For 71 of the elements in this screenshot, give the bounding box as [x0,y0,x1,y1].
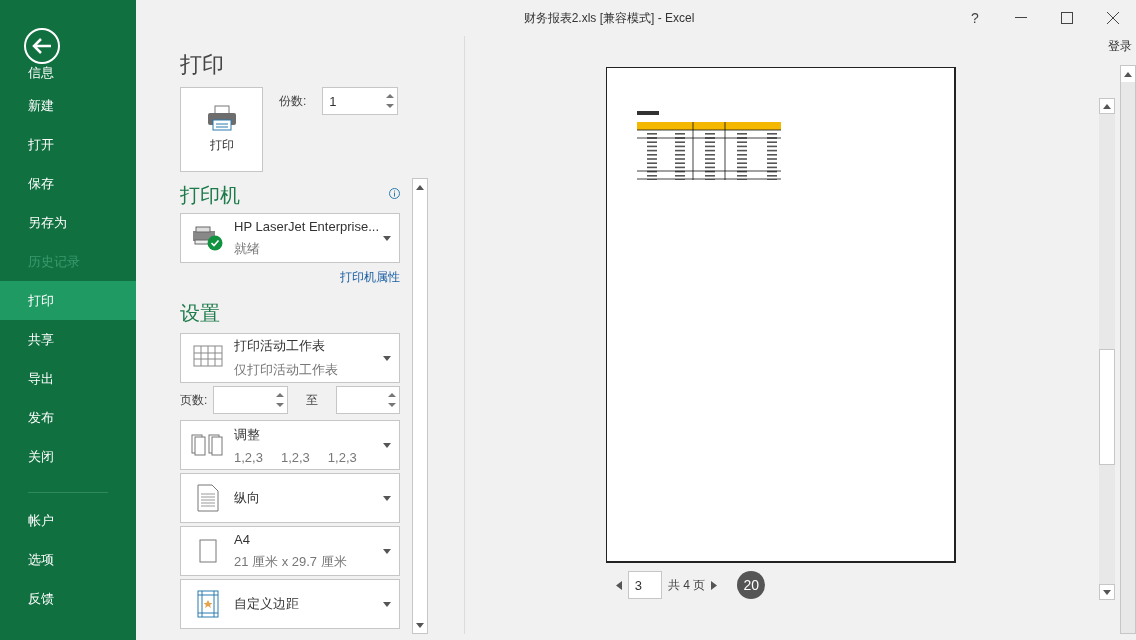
copies-label: 份数: [279,93,307,110]
to-label: 至 [304,391,319,409]
help-button[interactable]: ? [952,0,998,36]
sidebar-item[interactable]: 导出 [0,359,136,398]
print-heading: 打印 [180,52,225,78]
minimize-icon [1015,17,1027,19]
paper-size-dropdown[interactable]: A4 21 厘米 x 29.7 厘米 [180,526,400,576]
scroll-down-button[interactable] [1099,584,1115,600]
up-arrow-icon [1124,71,1132,77]
printer-ready-icon [191,225,224,251]
step-badge: 20 [737,571,766,599]
spinner-arrows-icon[interactable] [386,91,395,111]
sidebar-item[interactable]: 发布 [0,398,136,437]
copies-field[interactable]: 1 [322,87,399,115]
dropdown-caret-icon [383,442,391,448]
paper-size-icon [198,539,217,563]
printer-properties-link[interactable]: 打印机属性 [340,269,400,286]
printer-heading: 打印机 [180,183,240,208]
info-icon[interactable] [389,188,400,199]
sidebar-item[interactable]: 共享 [0,320,136,359]
spinner-arrows-icon[interactable] [388,390,396,410]
page-to-field[interactable] [335,386,400,414]
spinner-arrows-icon[interactable] [275,390,284,410]
collation-dropdown[interactable]: 调整 1,2,3 1,2,3 1,2,3 [180,420,400,470]
printer-dropdown[interactable]: HP LaserJet Enterprise... 就绪 [180,213,400,263]
scroll-up-button[interactable] [1099,98,1115,114]
scroll-thumb[interactable] [1099,349,1115,465]
sidebar-item[interactable]: 选项 [0,540,136,579]
print-button[interactable]: 打印 [180,87,263,172]
page-number-field[interactable]: 3 [627,571,662,599]
sidebar-item[interactable]: 反馈 [0,579,136,618]
sign-in-link[interactable]: 登录 [1108,38,1132,55]
preview-scrollbar[interactable] [1099,98,1115,600]
down-arrow-icon [416,622,424,628]
margins-dropdown[interactable]: 自定义边距 [180,579,400,629]
page-from-field[interactable] [213,386,288,414]
collated-pages-icon [190,434,225,456]
dropdown-caret-icon [383,355,391,361]
dropdown-caret-icon [383,495,391,501]
maximize-icon [1061,12,1073,24]
dropdown-caret-icon [383,235,391,241]
previous-page-icon[interactable] [615,580,622,590]
dropdown-caret-icon [383,548,391,554]
sidebar-item[interactable]: 打印 [0,281,136,320]
scroll-up-button[interactable] [1121,66,1135,82]
scrollbar[interactable] [1120,65,1136,634]
dropdown-caret-icon [383,601,391,607]
down-arrow-icon [1103,589,1111,595]
printer-icon [206,105,237,131]
close-icon [1107,12,1119,24]
sidebar-item[interactable]: 另存为 [0,203,136,242]
up-arrow-icon [1103,103,1111,109]
page-count: 共 4 页 [667,576,706,594]
print-scope-dropdown[interactable]: 打印活动工作表 仅打印活动工作表 [180,333,400,383]
scrollbar[interactable] [412,178,428,634]
up-arrow-icon [416,184,424,190]
sidebar-item[interactable]: 保存 [0,164,136,203]
next-page-icon[interactable] [711,580,718,590]
pages-label: 页数: [180,391,208,409]
window-title: 财务报表2.xls [兼容模式] - Excel [522,9,696,27]
sidebar-item[interactable]: 打开 [0,125,136,164]
sidebar-item[interactable]: 新建 [0,86,136,125]
sidebar-item[interactable]: 信息 [0,64,136,86]
sidebar-item[interactable]: 帐户 [0,501,136,540]
sidebar-item[interactable]: 关闭 [0,437,136,476]
portrait-page-icon [196,484,219,512]
margins-icon [196,590,219,618]
orientation-dropdown[interactable]: 纵向 [180,473,400,523]
settings-heading: 设置 [180,301,220,326]
back-button[interactable] [24,28,60,64]
back-arrow-icon [32,38,52,54]
